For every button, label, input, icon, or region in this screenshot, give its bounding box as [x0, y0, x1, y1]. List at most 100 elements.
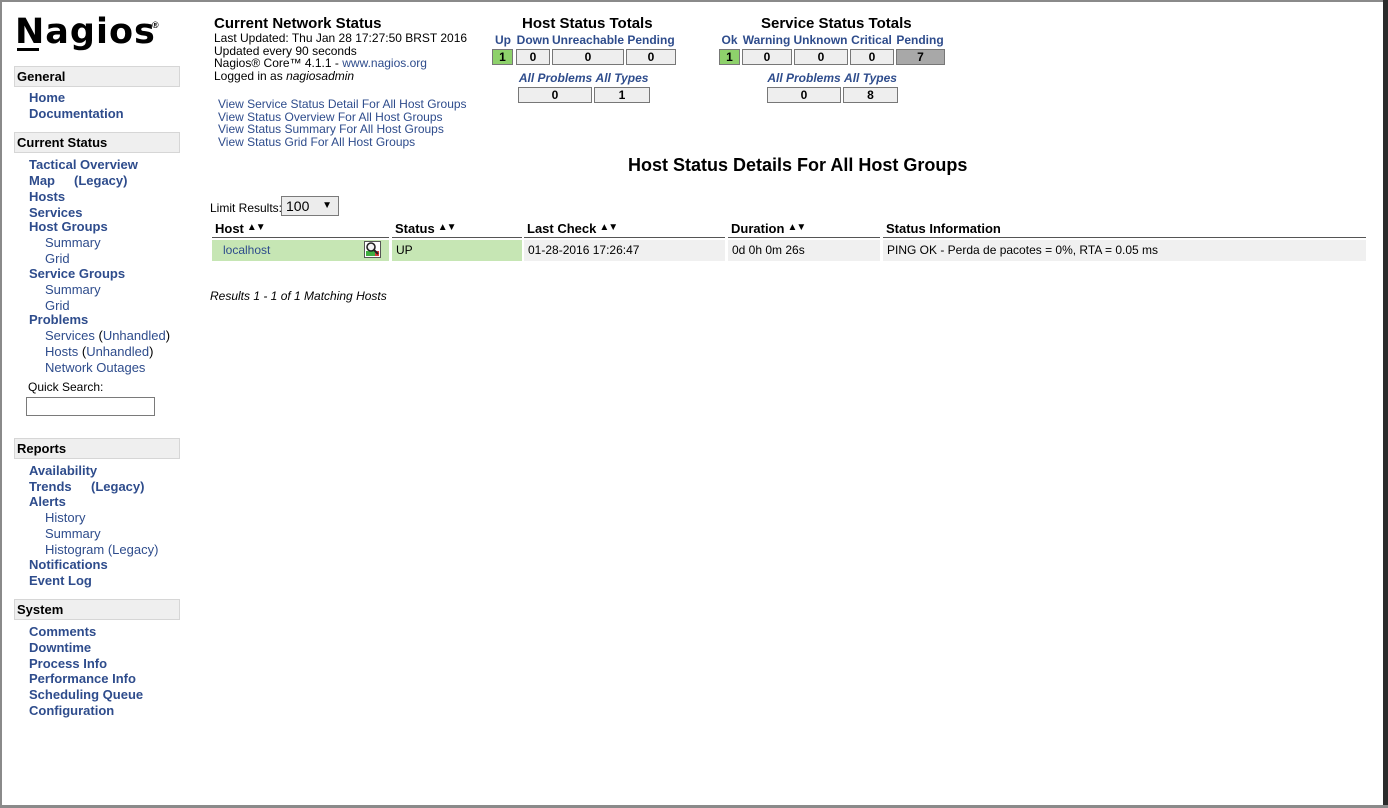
nav-process-info[interactable]: Process Info	[29, 656, 107, 671]
nav-event-log[interactable]: Event Log	[29, 573, 92, 588]
table-row-status-information: PING OK - Perda de pacotes = 0%, RTA = 0…	[883, 240, 1366, 261]
service-ok-header[interactable]: Ok	[719, 33, 740, 47]
service-critical-count[interactable]: 0	[850, 49, 894, 65]
sort-arrows-icon[interactable]: ▲▼	[599, 222, 618, 233]
host-pending-count[interactable]: 0	[626, 49, 676, 65]
nav-services[interactable]: Services	[29, 205, 83, 220]
nav-notifications[interactable]: Notifications	[29, 557, 108, 572]
nav-alerts-summary[interactable]: Summary	[45, 526, 101, 541]
column-header-last-check: Last Check ▲▼	[524, 219, 725, 238]
nav-configuration[interactable]: Configuration	[29, 703, 114, 718]
nav-home[interactable]: Home	[29, 90, 65, 105]
column-header-status-information-label: Status Information	[886, 221, 1001, 236]
logged-in-prefix: Logged in as	[214, 69, 287, 83]
service-critical-header[interactable]: Critical	[849, 33, 894, 47]
host-all-problems-header[interactable]: All Problems	[518, 71, 593, 85]
dropdown-arrow-icon: ▼	[322, 200, 332, 211]
quick-search-input[interactable]	[26, 397, 155, 416]
nav-service-groups-summary[interactable]: Summary	[45, 282, 101, 297]
nav-problems[interactable]: Problems	[29, 312, 88, 327]
service-all-types-count[interactable]: 8	[843, 87, 898, 103]
column-header-duration: Duration ▲▼	[728, 219, 880, 238]
core-version: Nagios® Core™ 4.1.1 - www.nagios.org	[214, 56, 427, 70]
service-all-problems-count[interactable]: 0	[767, 87, 841, 103]
table-row-last-check: 01-28-2016 17:26:47	[524, 240, 725, 261]
sort-arrows-icon[interactable]: ▲▼	[247, 222, 266, 233]
quick-search-label: Quick Search:	[28, 380, 104, 394]
host-down-count[interactable]: 0	[516, 49, 550, 65]
column-header-host: Host ▲▼	[212, 219, 389, 238]
service-pending-header[interactable]: Pending	[896, 33, 944, 47]
limit-results-label: Limit Results:	[210, 201, 283, 215]
service-pending-count[interactable]: 7	[896, 49, 945, 65]
nav-section-system: System	[14, 599, 180, 620]
logo-registered-mark: ®	[152, 20, 159, 30]
nav-service-groups[interactable]: Service Groups	[29, 266, 125, 281]
nav-host-groups-summary[interactable]: Summary	[45, 235, 101, 250]
nav-hosts[interactable]: Hosts	[29, 189, 65, 204]
page-title: Host Status Details For All Host Groups	[628, 155, 968, 175]
core-version-text: Nagios® Core™ 4.1.1 -	[214, 56, 343, 70]
nav-problems-services-unhandled[interactable]: Unhandled	[103, 328, 166, 343]
table-row-duration: 0d 0h 0m 26s	[728, 240, 880, 261]
limit-results-select[interactable]: 100 ▼	[281, 196, 339, 216]
nav-performance-info[interactable]: Performance Info	[29, 671, 136, 686]
nav-network-outages[interactable]: Network Outages	[45, 360, 145, 375]
service-all-types-header[interactable]: All Types	[843, 71, 898, 85]
nav-trends-legacy[interactable]: (Legacy)	[91, 479, 144, 494]
nav-problems-hosts[interactable]: Hosts (Unhandled)	[45, 344, 153, 359]
host-unreachable-count[interactable]: 0	[552, 49, 624, 65]
logo-underline	[17, 48, 39, 51]
host-all-types-count[interactable]: 1	[594, 87, 650, 103]
nav-documentation[interactable]: Documentation	[29, 106, 124, 121]
service-all-problems-header[interactable]: All Problems	[767, 71, 841, 85]
nav-alerts-history[interactable]: History	[45, 510, 85, 525]
sort-arrows-icon[interactable]: ▲▼	[787, 222, 806, 233]
nav-map[interactable]: Map	[29, 173, 55, 188]
host-down-header[interactable]: Down	[515, 33, 551, 47]
host-link[interactable]: localhost	[216, 243, 270, 257]
nav-host-groups-grid[interactable]: Grid	[45, 251, 70, 266]
nav-host-groups[interactable]: Host Groups	[29, 219, 108, 234]
nav-tactical-overview[interactable]: Tactical Overview	[29, 157, 138, 172]
nav-section-current-status: Current Status	[14, 132, 180, 153]
nav-alerts[interactable]: Alerts	[29, 494, 66, 509]
nav-alerts-histogram[interactable]: Histogram (Legacy)	[45, 542, 158, 557]
sort-arrows-icon[interactable]: ▲▼	[438, 222, 457, 233]
host-all-problems-count[interactable]: 0	[518, 87, 592, 103]
results-count: Results 1 - 1 of 1 Matching Hosts	[210, 289, 387, 303]
host-pending-header[interactable]: Pending	[626, 33, 676, 47]
nav-problems-services[interactable]: Services (Unhandled)	[45, 328, 170, 343]
service-unknown-header[interactable]: Unknown	[793, 33, 848, 47]
nagios-site-link[interactable]: www.nagios.org	[342, 56, 427, 70]
service-ok-count[interactable]: 1	[719, 49, 740, 65]
view-status-summary-link[interactable]: View Status Summary For All Host Groups	[218, 122, 444, 136]
host-totals-title: Host Status Totals	[522, 15, 653, 32]
nav-comments[interactable]: Comments	[29, 624, 96, 639]
host-up-header[interactable]: Up	[492, 33, 514, 47]
logged-in-user: nagiosadmin	[286, 69, 355, 83]
view-services-icon[interactable]	[364, 241, 381, 258]
nav-trends[interactable]: Trends	[29, 479, 72, 494]
nagios-logo[interactable]: Nagios	[15, 12, 156, 52]
view-service-detail-link[interactable]: View Service Status Detail For All Host …	[218, 97, 467, 111]
service-warning-header[interactable]: Warning	[741, 33, 792, 47]
service-totals-title: Service Status Totals	[761, 15, 912, 32]
column-header-status: Status ▲▼	[392, 219, 522, 238]
column-header-status-information: Status Information	[883, 219, 1366, 238]
nav-problems-hosts-unhandled[interactable]: Unhandled	[86, 344, 149, 359]
nav-availability[interactable]: Availability	[29, 463, 97, 478]
nav-downtime[interactable]: Downtime	[29, 640, 91, 655]
host-all-types-header[interactable]: All Types	[594, 71, 650, 85]
service-unknown-count[interactable]: 0	[794, 49, 848, 65]
host-up-count[interactable]: 1	[492, 49, 513, 65]
nav-service-groups-grid[interactable]: Grid	[45, 298, 70, 313]
service-warning-count[interactable]: 0	[742, 49, 792, 65]
limit-results-value: 100	[286, 198, 310, 214]
nav-map-legacy[interactable]: (Legacy)	[74, 173, 127, 188]
host-unreachable-header[interactable]: Unreachable	[552, 33, 624, 47]
nav-problems-services-label[interactable]: Services	[45, 328, 95, 343]
nav-problems-hosts-label[interactable]: Hosts	[45, 344, 78, 359]
nav-scheduling-queue[interactable]: Scheduling Queue	[29, 687, 143, 702]
view-status-grid-link[interactable]: View Status Grid For All Host Groups	[218, 135, 415, 149]
